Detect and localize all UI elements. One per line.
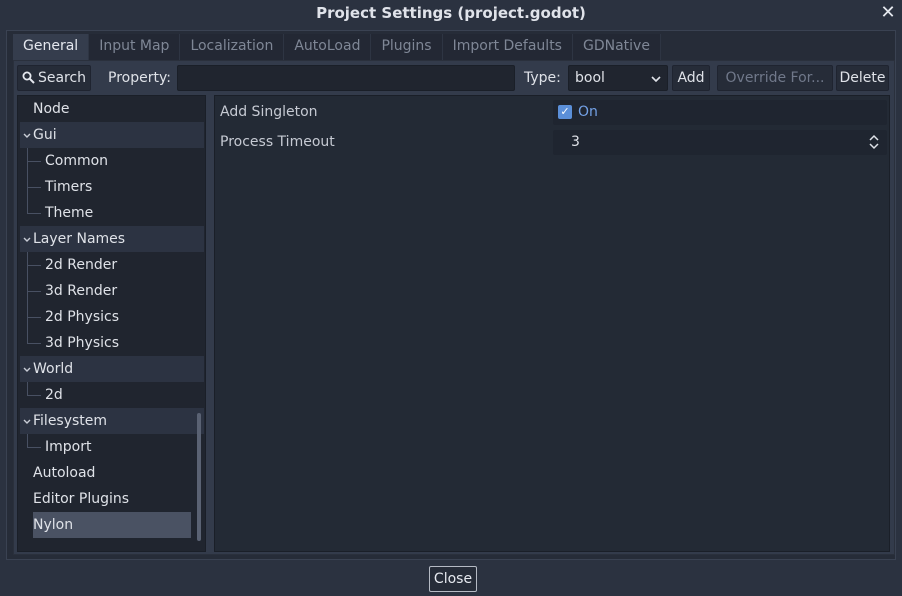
section-tree: Node Gui Common Timers Theme Layer Names… bbox=[17, 95, 206, 552]
search-button[interactable]: Search bbox=[17, 65, 91, 91]
tree-item-label: Gui bbox=[33, 127, 57, 143]
tree-guide bbox=[27, 395, 41, 396]
tree-item-2d[interactable]: 2d bbox=[45, 382, 191, 408]
tab-bar: General Input Map Localization AutoLoad … bbox=[13, 34, 661, 60]
tree-guide bbox=[27, 447, 41, 448]
toggle-state-text: On bbox=[578, 104, 598, 120]
tree-guide bbox=[27, 382, 28, 396]
tree-item-3d-render[interactable]: 3d Render bbox=[45, 278, 191, 304]
tab-localization[interactable]: Localization bbox=[180, 34, 285, 60]
tab-general[interactable]: General bbox=[13, 34, 90, 60]
window-title: Project Settings (project.godot) bbox=[316, 4, 586, 22]
tree-guide bbox=[27, 434, 28, 448]
tree-item-timers[interactable]: Timers bbox=[45, 174, 191, 200]
spinbox-value: 3 bbox=[571, 134, 580, 150]
chevron-down-icon bbox=[23, 419, 31, 424]
property-input[interactable] bbox=[177, 65, 515, 91]
type-select-value: bool bbox=[575, 70, 605, 86]
type-label: Type: bbox=[524, 70, 561, 86]
tree-item-common[interactable]: Common bbox=[45, 148, 191, 174]
tree-item-label: Filesystem bbox=[33, 413, 108, 429]
tree-guide bbox=[27, 265, 41, 266]
property-row-process-timeout: Process Timeout 3 bbox=[215, 128, 891, 156]
tree-guide bbox=[27, 187, 41, 188]
property-row-add-singleton: Add Singleton ✓ On bbox=[215, 98, 891, 126]
add-button[interactable]: Add bbox=[672, 65, 710, 91]
tree-item-nylon[interactable]: Nylon bbox=[33, 512, 191, 538]
property-label: Process Timeout bbox=[220, 134, 335, 150]
property-label: Property: bbox=[108, 70, 171, 86]
tree-guide bbox=[27, 317, 41, 318]
tree-item-label: World bbox=[33, 361, 74, 377]
tree-item-editor-plugins[interactable]: Editor Plugins bbox=[33, 486, 191, 512]
tree-scrollbar[interactable] bbox=[197, 413, 201, 541]
close-button[interactable]: Close bbox=[429, 566, 477, 592]
tree-item-layer-names[interactable]: Layer Names bbox=[20, 226, 204, 252]
chevron-down-icon bbox=[23, 237, 31, 242]
tree-item-autoload[interactable]: Autoload bbox=[33, 460, 191, 486]
tree-item-node[interactable]: Node bbox=[33, 96, 191, 122]
tab-input-map[interactable]: Input Map bbox=[89, 34, 181, 60]
tree-item-import[interactable]: Import bbox=[45, 434, 191, 460]
tree-item-label: Layer Names bbox=[33, 231, 126, 247]
tree-guide bbox=[27, 343, 41, 344]
checkbox-checked-icon[interactable]: ✓ bbox=[558, 105, 572, 119]
tree-guide bbox=[27, 291, 41, 292]
tab-import-defaults[interactable]: Import Defaults bbox=[442, 34, 573, 60]
chevron-down-icon bbox=[23, 367, 31, 372]
override-for-button[interactable]: Override For... bbox=[717, 65, 833, 91]
chevron-down-icon bbox=[651, 76, 661, 82]
tree-item-theme[interactable]: Theme bbox=[45, 200, 191, 226]
property-inspector: Add Singleton ✓ On Process Timeout 3 bbox=[214, 95, 890, 552]
tab-autoload[interactable]: AutoLoad bbox=[284, 34, 372, 60]
tree-item-world[interactable]: World bbox=[20, 356, 204, 382]
process-timeout-spinbox[interactable]: 3 bbox=[553, 130, 887, 155]
delete-button[interactable]: Delete bbox=[836, 65, 889, 91]
tab-gdnative[interactable]: GDNative bbox=[572, 34, 661, 60]
search-button-label: Search bbox=[37, 70, 87, 86]
close-icon[interactable]: ✕ bbox=[876, 2, 900, 26]
tree-item-2d-render[interactable]: 2d Render bbox=[45, 252, 191, 278]
chevron-down-icon bbox=[23, 133, 31, 138]
tree-item-gui[interactable]: Gui bbox=[20, 122, 204, 148]
tree-item-3d-physics[interactable]: 3d Physics bbox=[45, 330, 191, 356]
add-singleton-toggle[interactable]: ✓ On bbox=[553, 100, 887, 125]
tab-plugins[interactable]: Plugins bbox=[371, 34, 443, 60]
tree-guide bbox=[27, 148, 28, 214]
tree-guide bbox=[27, 213, 41, 214]
tree-item-2d-physics[interactable]: 2d Physics bbox=[45, 304, 191, 330]
property-label: Add Singleton bbox=[220, 104, 318, 120]
tree-item-filesystem[interactable]: Filesystem bbox=[20, 408, 204, 434]
type-select[interactable]: bool bbox=[568, 65, 668, 91]
tree-guide bbox=[27, 161, 41, 162]
updown-arrows-icon[interactable] bbox=[869, 132, 879, 152]
search-icon bbox=[22, 71, 35, 84]
